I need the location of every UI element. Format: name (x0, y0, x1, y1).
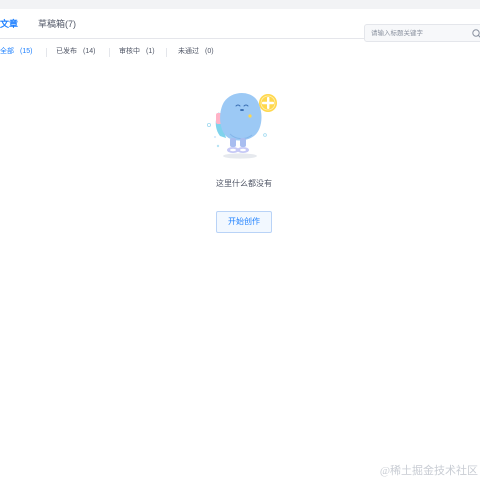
tab-drafts[interactable]: 草稿箱(7) (38, 18, 76, 30)
filter-label: 未通过 (178, 48, 199, 55)
filter-count: (0) (205, 48, 214, 55)
filter-label: 审核中 (119, 48, 140, 55)
tab-articles[interactable]: 文章 (0, 18, 18, 30)
filter-all[interactable]: 全部 (15) (0, 46, 32, 58)
filter-divider (166, 48, 167, 57)
search-box[interactable] (364, 24, 480, 42)
content-tabs: 文章 草稿箱(7) (0, 9, 480, 42)
filter-count: (14) (83, 48, 96, 55)
filter-divider (109, 48, 110, 57)
watermark: @稀土掘金技术社区 (379, 465, 478, 477)
start-creating-button[interactable]: 开始创作 (216, 211, 272, 233)
filter-label: 已发布 (56, 48, 77, 55)
status-filters: 全部 (15) 已发布 (14) 审核中 (1) 未通过 (0) (0, 46, 480, 60)
search-input[interactable] (371, 27, 461, 39)
top-strip (0, 0, 480, 9)
filter-reviewing[interactable]: 审核中 (1) (119, 46, 155, 58)
empty-state-message: 这里什么都没有 (216, 179, 272, 188)
filter-count: (1) (146, 48, 155, 55)
filter-count: (15) (20, 48, 33, 55)
search-icon[interactable] (471, 27, 480, 39)
filter-rejected[interactable]: 未通过 (0) (178, 46, 214, 58)
filter-label: 全部 (0, 48, 14, 55)
empty-state-illustration (206, 88, 280, 160)
filter-divider (46, 48, 47, 57)
filter-published[interactable]: 已发布 (14) (56, 46, 95, 58)
